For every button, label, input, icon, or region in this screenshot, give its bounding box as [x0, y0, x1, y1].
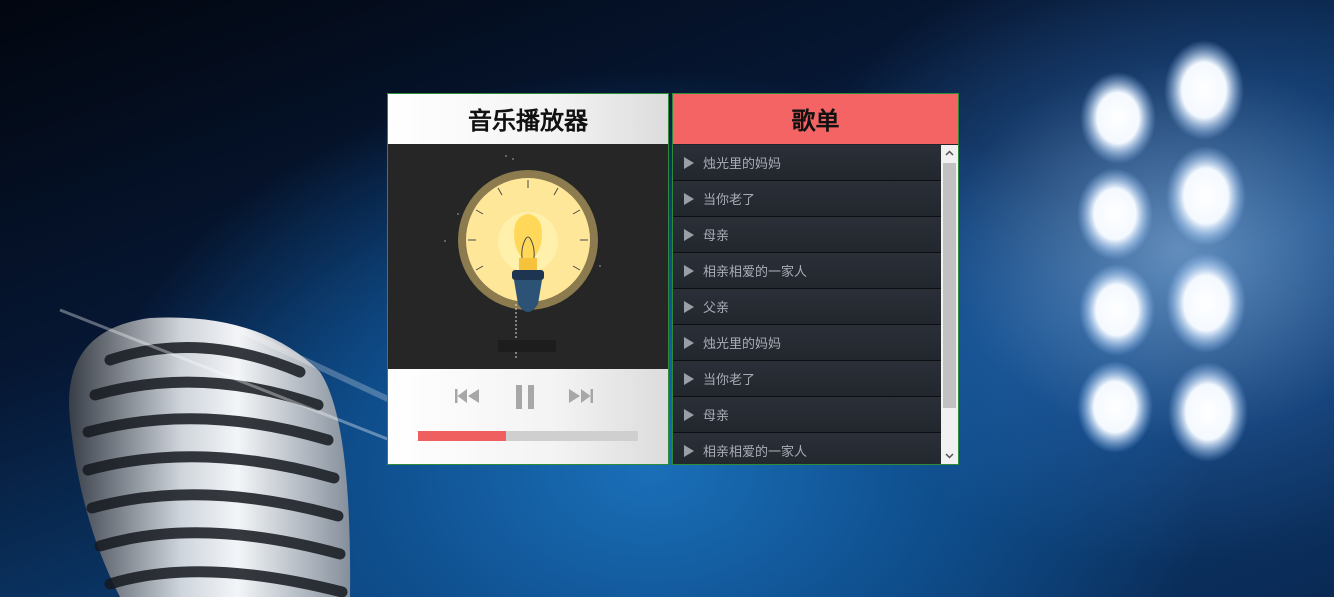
play-triangle-icon — [684, 408, 694, 421]
play-triangle-icon — [684, 192, 694, 205]
scroll-up-icon[interactable] — [941, 145, 958, 161]
song-title: 当你老了 — [703, 193, 756, 208]
play-triangle-icon — [684, 300, 694, 313]
play-triangle-icon — [684, 372, 694, 385]
play-triangle-icon — [684, 444, 694, 457]
playlist-item[interactable]: 当你老了 — [673, 361, 941, 397]
play-triangle-icon — [684, 264, 694, 277]
scrollbar-thumb[interactable] — [943, 163, 956, 408]
skip-next-icon[interactable] — [568, 386, 594, 410]
playlist-item[interactable]: 烛光里的妈妈 — [673, 325, 941, 361]
pause-icon[interactable] — [515, 384, 535, 414]
song-title: 父亲 — [703, 301, 730, 316]
playlist-panel: 歌单 烛光里的妈妈 当你老了 母亲 相亲相爱的一家人 父亲 烛光里的妈妈 当你老… — [672, 93, 959, 465]
album-cover — [388, 144, 668, 369]
song-title: 母亲 — [703, 409, 730, 424]
playlist-list[interactable]: 烛光里的妈妈 当你老了 母亲 相亲相爱的一家人 父亲 烛光里的妈妈 当你老了 母… — [673, 145, 941, 464]
song-title: 母亲 — [703, 229, 730, 244]
stadium-lights — [1077, 40, 1248, 462]
playlist-title: 歌单 — [673, 94, 958, 144]
play-triangle-icon — [684, 156, 694, 169]
playlist-item[interactable]: 母亲 — [673, 397, 941, 433]
song-title: 烛光里的妈妈 — [703, 337, 782, 352]
player-title: 音乐播放器 — [468, 107, 588, 135]
skip-previous-icon[interactable] — [454, 386, 480, 410]
playback-controls — [388, 384, 668, 426]
playlist-item[interactable]: 父亲 — [673, 289, 941, 325]
progress-bar-fill — [418, 431, 506, 441]
playlist-scrollbar[interactable] — [941, 145, 958, 464]
song-title: 相亲相爱的一家人 — [703, 265, 808, 280]
song-title: 烛光里的妈妈 — [703, 157, 782, 172]
play-triangle-icon — [684, 228, 694, 241]
play-triangle-icon — [684, 336, 694, 349]
progress-bar[interactable] — [418, 431, 638, 441]
playlist-item[interactable]: 母亲 — [673, 217, 941, 253]
playlist-item[interactable]: 相亲相爱的一家人 — [673, 253, 941, 289]
song-title: 相亲相爱的一家人 — [703, 445, 808, 460]
microphone-image — [59, 308, 392, 597]
lightbulb-illustration — [444, 155, 601, 360]
song-title: 当你老了 — [703, 373, 756, 388]
playlist-item[interactable]: 烛光里的妈妈 — [673, 145, 941, 181]
playlist-item[interactable]: 相亲相爱的一家人 — [673, 433, 941, 464]
music-player-panel: 音乐播放器 — [387, 93, 669, 465]
playlist-item[interactable]: 当你老了 — [673, 181, 941, 217]
scroll-down-icon[interactable] — [941, 448, 958, 464]
